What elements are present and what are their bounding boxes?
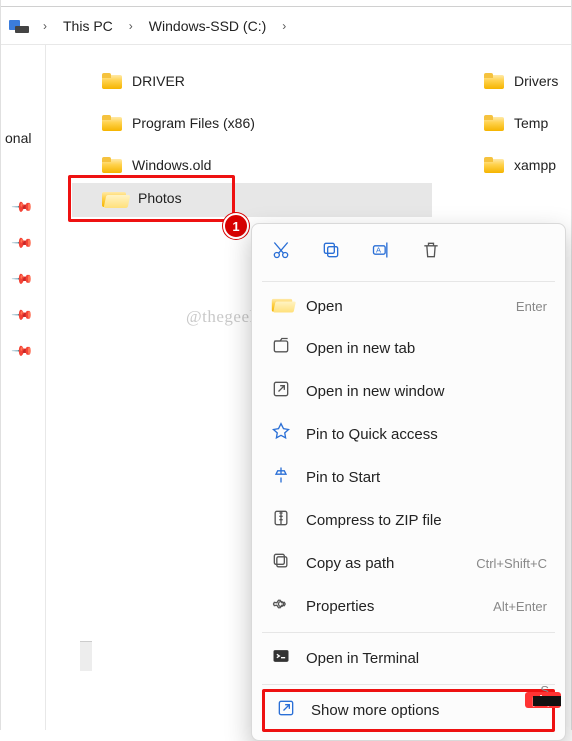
pin-icon[interactable]: 📌 (0, 323, 51, 380)
divider (262, 632, 555, 633)
menu-pin-quick-access[interactable]: Pin to Quick access (256, 413, 561, 456)
this-pc-icon (9, 18, 31, 34)
menu-label: Open in new window (306, 383, 547, 400)
nav-sidebar: onal 📌 📌 📌 📌 📌 (1, 45, 46, 730)
menu-show-more-options[interactable]: Show more options (262, 689, 555, 732)
menu-compress-zip[interactable]: Compress to ZIP file (256, 499, 561, 542)
folder-icon (102, 115, 122, 131)
pin-start-icon (270, 465, 292, 490)
folder-label: Temp (514, 115, 548, 131)
sidebar-label-partial: onal (1, 130, 41, 146)
menu-pin-start[interactable]: Pin to Start (256, 456, 561, 499)
divider (262, 281, 555, 282)
folder-item[interactable]: DRIVER (94, 69, 434, 93)
file-list-area[interactable]: DRIVER Program Files (x86) Windows.old D… (46, 45, 571, 730)
menu-open-new-window[interactable]: Open in new window (256, 370, 561, 413)
chevron-right-icon[interactable]: › (37, 19, 53, 33)
sidebar-selection-marker (80, 641, 92, 671)
menu-label: Show more options (311, 702, 542, 719)
folder-icon (484, 157, 504, 173)
menu-shortcut: Enter (516, 299, 547, 314)
breadcrumb-drive[interactable]: Windows-SSD (C:) (143, 14, 272, 38)
context-quick-actions: A (256, 232, 561, 277)
folder-icon (102, 73, 122, 89)
copy-icon[interactable] (320, 240, 342, 265)
window-titlebar-spacer (1, 0, 571, 7)
folder-label: DRIVER (132, 73, 185, 89)
properties-icon (270, 594, 292, 619)
menu-label: Properties (306, 598, 479, 615)
menu-label: Open (306, 298, 502, 315)
chevron-right-icon[interactable]: › (123, 19, 139, 33)
menu-label: Open in Terminal (306, 650, 547, 667)
showmore-icon (275, 698, 297, 723)
folder-icon (102, 157, 122, 173)
menu-properties[interactable]: Properties Alt+Enter (256, 585, 561, 628)
new-window-icon (270, 379, 292, 404)
menu-label: Copy as path (306, 555, 462, 572)
decoration (533, 696, 561, 706)
folder-label: Drivers (514, 73, 558, 89)
context-menu: A Open Enter Open in new tab (251, 223, 566, 741)
folder-label: Program Files (x86) (132, 115, 255, 131)
menu-open[interactable]: Open Enter (256, 286, 561, 327)
menu-shortcut: Ctrl+Shift+C (476, 556, 547, 571)
folder-label: Windows.old (132, 157, 211, 173)
menu-shortcut: Alt+Enter (493, 599, 547, 614)
folder-item[interactable]: Temp (476, 111, 566, 135)
folder-item[interactable]: xampp (476, 153, 566, 177)
menu-copy-as-path[interactable]: Copy as path Ctrl+Shift+C (256, 542, 561, 585)
breadcrumb-this-pc[interactable]: This PC (57, 14, 119, 38)
new-tab-icon (270, 336, 292, 361)
folder-icon (484, 73, 504, 89)
menu-label: Pin to Start (306, 469, 547, 486)
breadcrumb[interactable]: › This PC › Windows-SSD (C:) › (1, 7, 571, 45)
copypath-icon (270, 551, 292, 576)
open-folder-icon (270, 295, 292, 318)
folder-item[interactable]: Drivers (476, 69, 566, 93)
menu-label: Pin to Quick access (306, 426, 547, 443)
menu-label: Open in new tab (306, 340, 547, 357)
menu-open-new-tab[interactable]: Open in new tab (256, 327, 561, 370)
divider (262, 684, 555, 685)
folder-item[interactable]: Windows.old (94, 153, 434, 177)
terminal-icon (270, 646, 292, 671)
folder-icon (484, 115, 504, 131)
folder-item[interactable]: Program Files (x86) (94, 111, 434, 135)
pin-qa-icon (270, 422, 292, 447)
annotation-badge-1: 1 (223, 213, 249, 239)
menu-label: Compress to ZIP file (306, 512, 547, 529)
zip-icon (270, 508, 292, 533)
chevron-right-icon[interactable]: › (276, 19, 292, 33)
annotation-box (68, 175, 235, 222)
delete-icon[interactable] (420, 240, 442, 265)
menu-open-terminal[interactable]: Open in Terminal (256, 637, 561, 680)
rename-icon[interactable]: A (370, 240, 392, 265)
folder-label: xampp (514, 157, 556, 173)
svg-text:A: A (376, 246, 381, 255)
cut-icon[interactable] (270, 240, 292, 265)
